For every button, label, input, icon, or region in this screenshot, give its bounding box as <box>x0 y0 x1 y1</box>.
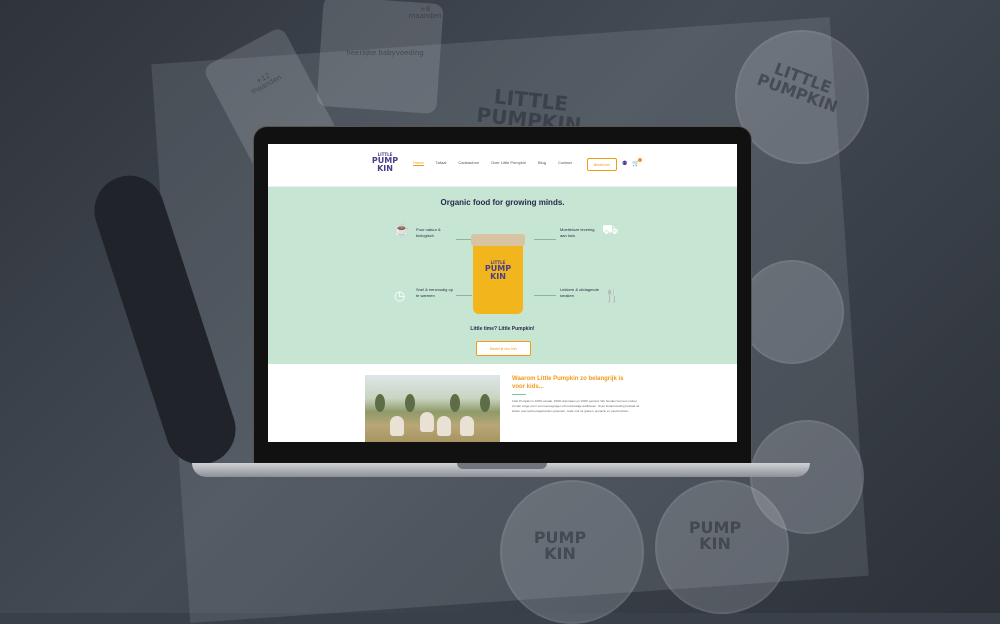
menu-item-contact[interactable]: Contact <box>558 160 572 166</box>
jar-age-label: +8 maanden <box>408 5 442 20</box>
menu-item-cadeaubon[interactable]: Cadeaubon <box>458 160 479 166</box>
connector-line <box>534 239 556 240</box>
truck-icon: ⛟ <box>602 222 619 237</box>
why-section: Waarom Little Pumpkin zo belangrijk is v… <box>268 364 737 442</box>
photo-child <box>460 416 474 436</box>
product-jar: LITTLE PUMP KIN <box>471 234 525 314</box>
site-header: LITTLE PUMP KIN Home Tafaal Cadeaubon Ov… <box>268 144 737 187</box>
photo-child <box>437 416 451 436</box>
photo-tree <box>480 394 490 412</box>
jar-lid <box>471 234 525 246</box>
why-body: Little Pumpkin is 100% smaak, 100% duurz… <box>512 399 640 413</box>
cutlery-icon: 🍴 <box>604 288 621 303</box>
laptop: LITTLE PUMP KIN Home Tafaal Cadeaubon Ov… <box>253 126 752 468</box>
laptop-notch <box>457 463 547 469</box>
site-logo[interactable]: LITTLE PUMP KIN <box>370 152 400 173</box>
laptop-screen: LITTLE PUMP KIN Home Tafaal Cadeaubon Ov… <box>268 144 737 442</box>
clock-icon: ◷ <box>394 288 406 303</box>
photo-tree <box>450 394 460 412</box>
feature-tasty: Lekkere & uitdagende smaken <box>560 287 599 298</box>
jar-brand: LITTLE PUMP KIN <box>473 260 523 281</box>
connector-line <box>534 295 556 296</box>
menu-item-tafaal[interactable]: Tafaal <box>436 160 447 166</box>
feature-organic: Puur natuur & biologisch <box>416 227 441 238</box>
hero-title: Organic food for growing minds. <box>440 198 565 207</box>
photo-tree <box>405 394 415 412</box>
menu-item-blog[interactable]: Blog <box>538 160 546 166</box>
cart-icon[interactable]: 🛒 <box>632 158 643 167</box>
connector-line <box>456 295 472 296</box>
jar-brand-line2: KIN <box>490 272 506 281</box>
feature-delivery: Moeiteloze levering aan huis <box>560 227 595 238</box>
jar-tagline: heerlijke babyvoeding <box>346 49 424 57</box>
cart-badge <box>638 158 643 162</box>
menu-item-home[interactable]: Home <box>413 160 424 166</box>
photo-child <box>420 412 434 432</box>
lid-brand-text: PUMP KIN <box>533 528 587 563</box>
title-underline <box>512 394 526 395</box>
feature-quick: Snel & eenvoudig op te warmen <box>416 287 453 298</box>
why-title: Waarom Little Pumpkin zo belangrijk is v… <box>512 376 624 390</box>
menu-item-over[interactable]: Over Little Pumpkin <box>491 160 526 166</box>
hero-section: Organic food for growing minds. ☕ Puur n… <box>268 187 737 364</box>
logo-line2: KIN <box>377 164 393 173</box>
user-icon[interactable]: ⚉ <box>622 160 627 167</box>
order-box-button[interactable]: Bestel je box hier <box>476 341 531 356</box>
main-menu: Home Tafaal Cadeaubon Over Little Pumpki… <box>413 160 584 166</box>
connector-line <box>456 239 472 240</box>
background-lid <box>740 260 844 364</box>
lid-brand-text: PUMP KIN <box>688 518 742 553</box>
order-button[interactable]: Bestel hier <box>587 158 617 171</box>
photo-tree <box>375 394 385 412</box>
organic-icon: ☕ <box>394 222 411 237</box>
hero-subtitle: Little time? Little Pumpkin! <box>470 326 535 332</box>
kids-photo <box>365 375 500 442</box>
photo-child <box>390 416 404 436</box>
